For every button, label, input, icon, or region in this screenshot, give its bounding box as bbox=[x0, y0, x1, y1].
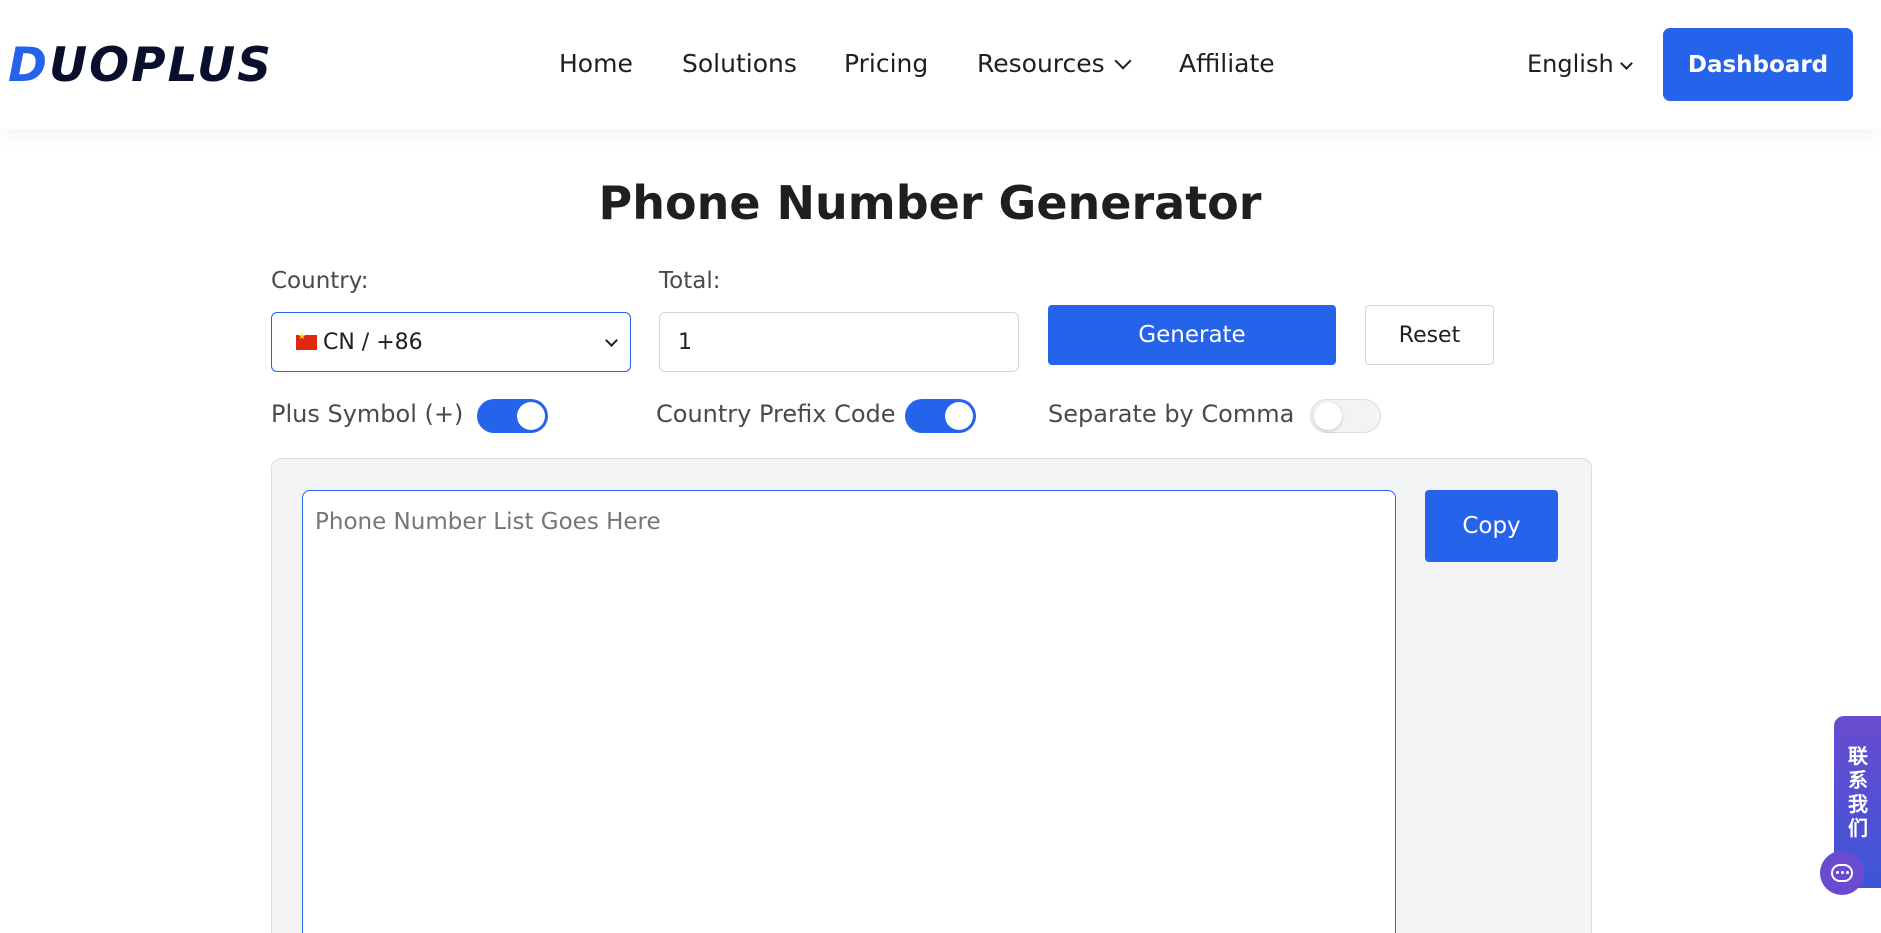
country-prefix-label: Country Prefix Code bbox=[656, 400, 896, 428]
separate-comma-label: Separate by Comma bbox=[1048, 400, 1295, 428]
language-label: English bbox=[1527, 50, 1614, 78]
chat-icon bbox=[1831, 864, 1853, 882]
chat-button[interactable] bbox=[1820, 851, 1864, 895]
plus-symbol-label: Plus Symbol (+) bbox=[271, 400, 464, 428]
generate-button[interactable]: Generate bbox=[1048, 305, 1336, 365]
country-prefix-toggle[interactable] bbox=[905, 399, 976, 433]
country-select[interactable]: CN / +86 bbox=[271, 312, 631, 372]
chevron-down-icon bbox=[1619, 57, 1633, 70]
logo-text: DUOPLUS bbox=[8, 38, 273, 93]
nav-home[interactable]: Home bbox=[559, 44, 633, 84]
site-header: DUOPLUS Home Solutions Pricing Resources… bbox=[0, 0, 1881, 129]
phone-list-textarea[interactable] bbox=[302, 490, 1396, 933]
country-select-value: CN / +86 bbox=[323, 329, 423, 355]
total-input[interactable] bbox=[659, 312, 1019, 372]
nav-resources-label: Resources bbox=[977, 49, 1105, 78]
toggle-knob bbox=[517, 402, 545, 430]
dashboard-button[interactable]: Dashboard bbox=[1663, 28, 1853, 101]
separate-comma-toggle[interactable] bbox=[1310, 399, 1381, 433]
chevron-down-icon bbox=[1114, 52, 1132, 70]
toggle-knob bbox=[1314, 402, 1342, 430]
nav-affiliate[interactable]: Affiliate bbox=[1179, 44, 1275, 84]
language-selector[interactable]: English bbox=[1527, 44, 1633, 84]
duoplus-logo[interactable]: DUOPLUS bbox=[8, 38, 273, 93]
china-flag-icon bbox=[296, 332, 317, 350]
chevron-down-icon bbox=[605, 334, 618, 347]
nav-pricing[interactable]: Pricing bbox=[844, 44, 928, 84]
total-label: Total: bbox=[659, 268, 721, 294]
plus-symbol-toggle[interactable] bbox=[477, 399, 548, 433]
reset-button[interactable]: Reset bbox=[1365, 305, 1494, 365]
contact-us-text: 联系我们 bbox=[1848, 744, 1868, 840]
page-title: Phone Number Generator bbox=[598, 176, 1262, 230]
copy-button[interactable]: Copy bbox=[1425, 490, 1558, 562]
toggle-knob bbox=[945, 402, 973, 430]
nav-resources[interactable]: Resources bbox=[977, 44, 1132, 84]
nav-solutions[interactable]: Solutions bbox=[682, 44, 797, 84]
country-label: Country: bbox=[271, 268, 369, 294]
